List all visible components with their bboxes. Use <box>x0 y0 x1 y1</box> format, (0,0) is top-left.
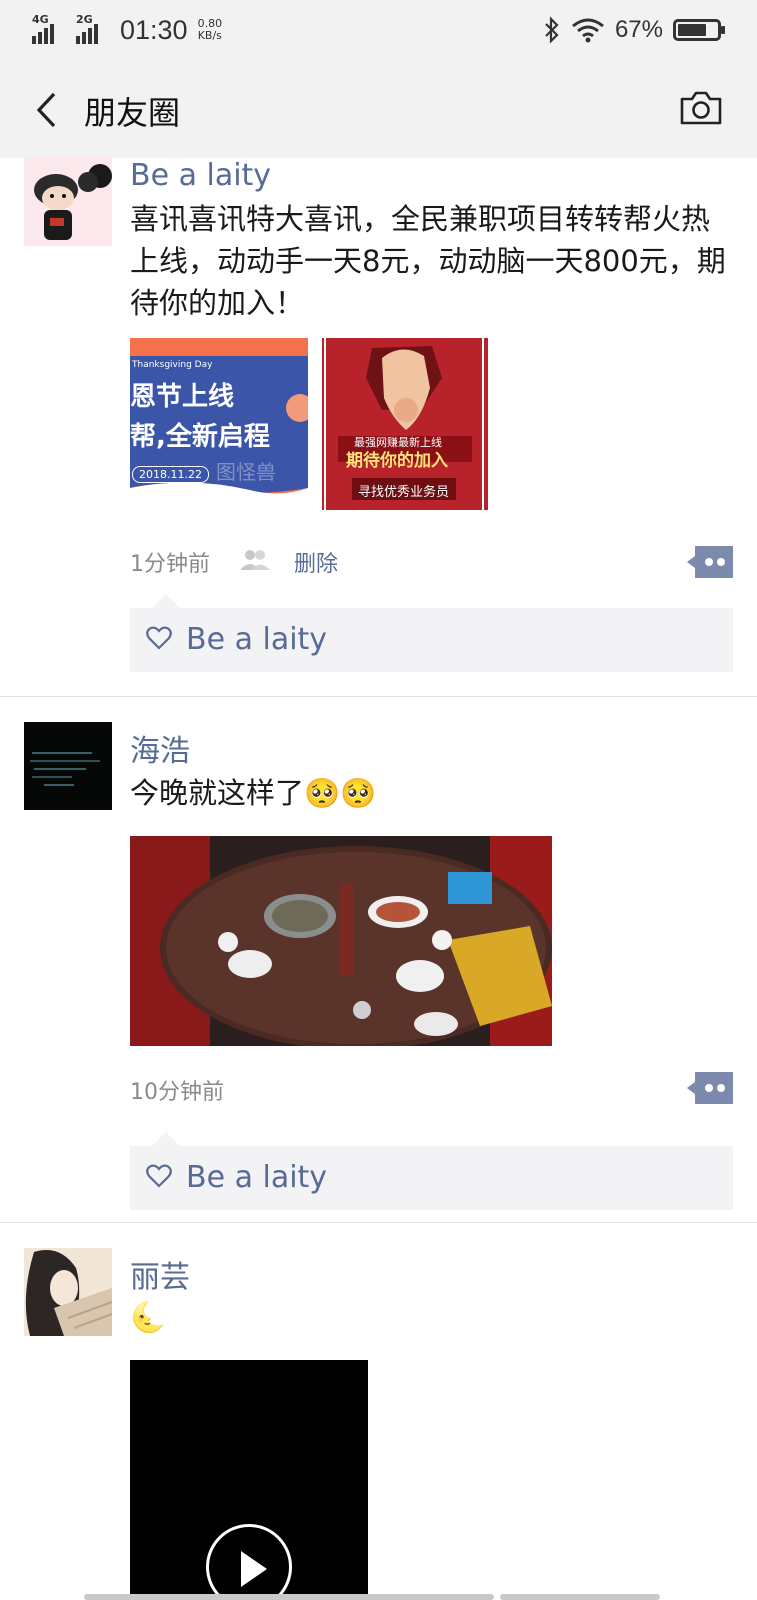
more-comment-icon[interactable] <box>687 546 733 578</box>
post-username[interactable]: Be a laity <box>130 158 271 193</box>
heart-icon <box>146 1164 172 1188</box>
moments-feed[interactable]: Be a laity 喜讯喜讯特大喜讯，全民兼职项目转转帮火热上线，动动手一天8… <box>0 158 757 1600</box>
poster1-date: 2018.11.22 <box>132 466 209 483</box>
post-image-1[interactable]: Thanksgiving Day 恩节上线 帮,全新启程 2018.11.22 … <box>130 338 308 510</box>
battery-fill <box>678 24 706 36</box>
page-title: 朋友圈 <box>84 94 181 132</box>
post-username[interactable]: 海浩 <box>130 726 190 770</box>
emoji-pleading: 🥺🥺 <box>304 776 377 810</box>
avatar[interactable] <box>24 158 112 246</box>
back-button[interactable] <box>26 88 66 132</box>
likes-box: Be a laity <box>130 1132 733 1210</box>
scroll-indicator <box>500 1594 660 1600</box>
post-divider <box>0 696 757 697</box>
network-speed-unit: KB/s <box>197 29 222 42</box>
post-text: 喜讯喜讯特大喜讯，全民兼职项目转转帮火热上线，动动手一天8元，动动脑一天800元… <box>130 202 726 320</box>
avatar[interactable] <box>24 1248 112 1336</box>
nav-bar: 朋友圈 <box>0 60 757 158</box>
post-username[interactable]: 丽芸 <box>130 1252 190 1296</box>
signal-2g-icon: 2G <box>76 13 110 44</box>
play-icon[interactable] <box>206 1524 292 1600</box>
poster1-line2: 恩节上线 <box>130 382 235 412</box>
status-bar: 4G 2G 01:30 0.80 KB/s 67% <box>0 0 757 60</box>
moment-post: 丽芸 🌜 <box>0 1248 757 1600</box>
post-image[interactable] <box>130 836 552 1046</box>
delete-link[interactable]: 删除 <box>294 546 338 578</box>
post-text: 今晚就这样了 <box>130 776 305 810</box>
avatar-illustrated-girl-image <box>24 1248 112 1336</box>
battery-icon <box>673 19 725 41</box>
camera-button[interactable] <box>679 90 723 126</box>
status-left: 4G 2G 01:30 0.80 KB/s <box>32 12 222 48</box>
dinner-table-photo <box>130 836 552 1046</box>
chevron-left-icon <box>36 92 56 128</box>
bluetooth-icon <box>545 16 559 44</box>
poster2-line3: 寻找优秀业务员 <box>358 485 450 500</box>
avatar-cartoon-image <box>24 158 112 246</box>
liker-name[interactable]: Be a laity <box>186 622 327 657</box>
heart-icon <box>146 626 172 650</box>
post-text-line: 今晚就这样了🥺🥺 <box>130 772 376 814</box>
poster2-line2: 期待你的加入 <box>346 451 448 471</box>
status-time: 01:30 <box>120 14 188 45</box>
moment-post: 海浩 今晚就这样了🥺🥺 10分钟前 Be a laity <box>0 722 757 1210</box>
post-divider <box>0 1222 757 1223</box>
poster1-watermark: 图怪兽 <box>216 460 276 484</box>
poster1-line1: Thanksgiving Day <box>132 360 213 370</box>
liker-name[interactable]: Be a laity <box>186 1160 327 1195</box>
moment-post: Be a laity 喜讯喜讯特大喜讯，全民兼职项目转转帮火热上线，动动手一天8… <box>0 158 757 698</box>
post-time: 1分钟前 <box>130 552 210 577</box>
signal-4g-icon: 4G <box>32 13 66 44</box>
visibility-people-icon <box>240 550 270 570</box>
avatar[interactable] <box>24 722 112 810</box>
more-comment-icon[interactable] <box>687 1072 733 1104</box>
likes-box: Be a laity <box>130 594 733 672</box>
status-right: 67% <box>543 12 725 48</box>
post-image-2[interactable]: 最强网赚最新上线 期待你的加入 寻找优秀业务员 <box>322 338 488 510</box>
scroll-indicator <box>84 1594 494 1600</box>
network-speed: 0.80 KB/s <box>198 18 223 42</box>
post-time: 10分钟前 <box>130 1080 224 1105</box>
wifi-icon <box>572 18 604 43</box>
camera-icon <box>680 91 722 125</box>
post-video[interactable] <box>130 1360 368 1600</box>
post-emoji: 🌜 <box>130 1300 167 1334</box>
avatar-dark-text-image <box>24 722 112 810</box>
poster1-line3: 帮,全新启程 <box>130 422 270 452</box>
battery-percent: 67% <box>614 16 663 43</box>
